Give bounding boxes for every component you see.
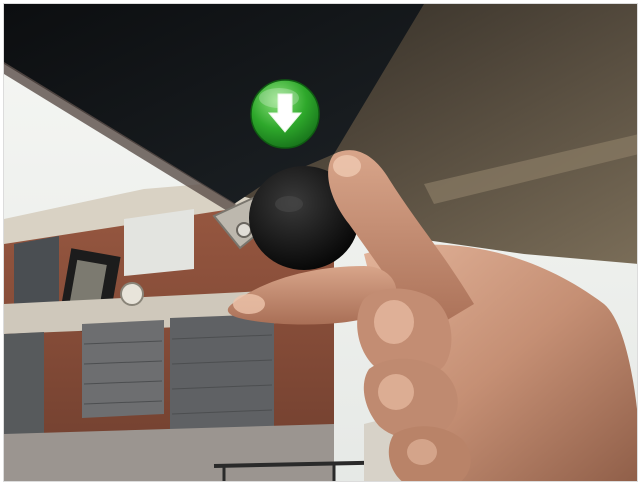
photo [3, 3, 638, 482]
download-arrow-icon[interactable] [249, 78, 321, 150]
image-frame [0, 0, 641, 485]
photo-scene [4, 4, 637, 481]
